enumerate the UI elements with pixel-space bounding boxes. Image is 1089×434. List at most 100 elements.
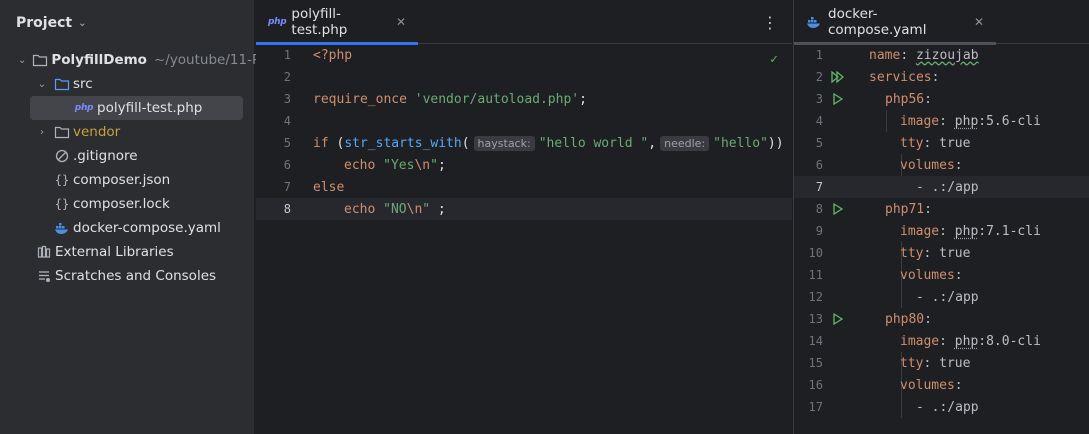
line-number: 8 [815,202,823,216]
php-file-icon: php [74,103,94,113]
tree-item-vendor[interactable]: › vendor [0,120,255,144]
tree-item-label: composer.json [73,172,171,188]
ignore-file-icon [54,148,70,164]
code-text: php56: [885,91,932,107]
line-number: 1 [283,48,291,62]
code-text: require_once 'vendor/autoload.php'; [313,91,587,107]
line-number: 2 [815,70,823,84]
code-text: image: php:8.0-cli [900,333,1041,349]
code-text: image: php:5.6-cli [900,113,1041,129]
code-text: echo "NO\n" ; [344,201,446,217]
code-text: services: [869,69,940,85]
code-text: volumes: [900,377,963,393]
line-number: 4 [815,114,823,128]
code-text: tty: true [900,135,971,151]
chevron-down-icon[interactable]: ⌄ [18,55,26,66]
code-line: 8 php71: [794,198,1089,220]
line-number: 6 [815,158,823,172]
yaml-editor: docker-compose.yaml ✕ 1 name: zizoujab 2… [793,0,1089,434]
folder-icon [54,76,70,92]
code-line: 7 else [256,176,792,198]
tree-item-label: Scratches and Consoles [55,268,217,284]
code-text: image: php:7.1-cli [900,223,1041,239]
chevron-right-icon[interactable]: › [36,127,48,138]
line-number: 3 [283,92,291,106]
code-line: 14 image: php:8.0-cli [794,330,1089,352]
folder-icon [32,52,48,68]
line-number: 4 [283,114,291,128]
code-line: 2 services: [794,66,1089,88]
more-options-icon[interactable]: ⋮ [762,13,778,32]
tree-item-polyfill-test-php[interactable]: php polyfill-test.php [30,96,243,120]
tree-item-external-libraries[interactable]: External Libraries [0,240,255,264]
project-title: Project [16,15,73,31]
code-text: - .:/app [916,289,979,305]
editor-tabbar: php polyfill-test.php ✕ ⋮ [256,0,792,45]
line-number: 12 [808,290,823,304]
code-text: else [313,179,345,195]
tree-item-label: composer.lock [73,196,170,212]
line-number: 3 [815,92,823,106]
line-number: 11 [808,268,823,282]
tab-docker-compose-yaml[interactable]: docker-compose.yaml ✕ [794,0,996,45]
code-text: tty: true [900,355,971,371]
close-icon[interactable]: ✕ [396,15,406,29]
tree-item-gitignore[interactable]: .gitignore [0,144,255,168]
code-line: 10 tty: true [794,242,1089,264]
chevron-down-icon[interactable]: ⌄ [36,79,48,90]
line-number: 13 [808,312,823,326]
code-line: 16 volumes: [794,374,1089,396]
close-icon[interactable]: ✕ [974,15,984,29]
library-icon [36,244,52,260]
code-line: 3 require_once 'vendor/autoload.php'; [256,88,792,110]
tree-item-label: src [73,76,93,92]
code-text: name: zizoujab [869,47,979,63]
code-line: 6 echo "Yes\n"; [256,154,792,176]
line-number: 14 [808,334,823,348]
tree-item-label: docker-compose.yaml [73,220,221,236]
tree-item-label: polyfill-test.php [97,100,203,116]
json-file-icon: {} [54,173,70,187]
code-line: 3 php56: [794,88,1089,110]
tree-item-composer-json[interactable]: {} composer.json [0,168,255,192]
line-number: 10 [808,246,823,260]
code-line: 9 image: php:7.1-cli [794,220,1089,242]
php-editor: php polyfill-test.php ✕ ⋮ ✓ 1 <?php 2 3 … [256,0,792,434]
line-number: 6 [283,158,291,172]
line-number: 17 [808,400,823,414]
tree-item-composer-lock[interactable]: {} composer.lock [0,192,255,216]
project-view-selector[interactable]: Project ⌄ [16,13,86,33]
tree-item-label: vendor [73,124,121,140]
param-hint-needle: needle: [660,135,710,151]
code-text: echo "Yes\n"; [344,157,446,173]
line-number: 1 [815,48,823,62]
tab-label: polyfill-test.php [291,6,348,38]
code-line: 2 [256,66,792,88]
tree-item-docker-compose-yaml[interactable]: docker-compose.yaml [0,216,255,240]
tree-item-src[interactable]: ⌄ src [0,72,255,96]
php-file-icon: php [268,17,287,27]
tab-label: docker-compose.yaml [828,6,927,38]
code-line: 1 <?php [256,44,792,66]
tree-item-polyfilldemo[interactable]: ⌄ PolyfillDemo ~/youtube/11-Poly [0,48,280,72]
line-number: 5 [283,136,291,150]
code-line-current: 7 - .:/app [794,176,1089,198]
code-line: 6 volumes: [794,154,1089,176]
tab-polyfill-test-php[interactable]: php polyfill-test.php ✕ [256,0,418,45]
scratches-icon [36,268,52,284]
project-panel: Project ⌄ ⌄ PolyfillDemo ~/youtube/11-Po… [0,0,280,434]
code-text: <?php [313,47,353,63]
code-text: - .:/app [916,399,979,415]
tree-item-label: .gitignore [73,148,138,164]
line-number: 8 [283,202,291,216]
code-line: 5 if (str_starts_with(haystack: "hello wo… [256,132,792,154]
tree-item-scratches-and-consoles[interactable]: Scratches and Consoles [0,264,255,288]
param-hint-haystack: haystack: [473,135,535,151]
line-number: 2 [283,70,291,84]
json-file-icon: {} [54,197,70,211]
code-text: - .:/app [916,179,979,195]
editor-tabbar: docker-compose.yaml ✕ [794,0,1089,45]
tree-item-label: External Libraries [55,244,174,260]
tree-item-label: PolyfillDemo [51,52,147,68]
docker-icon [806,15,822,29]
